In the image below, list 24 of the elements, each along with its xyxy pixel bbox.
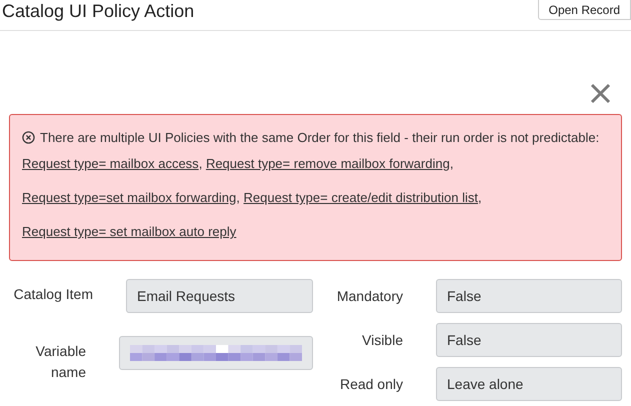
field-label: Catalog Item	[12, 285, 93, 304]
link-separator: ,	[198, 156, 204, 171]
field-label: Read only	[338, 374, 403, 394]
policy-link[interactable]: Request type= mailbox access	[22, 156, 199, 171]
policy-link[interactable]: Request type= create/edit distribution list	[244, 190, 478, 205]
input-field[interactable]: Leave alone	[436, 367, 622, 401]
input-field[interactable]: False	[436, 323, 622, 357]
error-message: There are multiple UI Policies with the same Order for this field - their run order is not predictable:	[40, 130, 600, 145]
field-label: Visible	[361, 330, 403, 350]
policy-link[interactable]: Request type=set mailbox forwarding	[22, 190, 236, 205]
link-separator: ,	[478, 190, 482, 205]
field-label: Mandatory	[336, 286, 403, 306]
link-separator: ,	[450, 156, 454, 171]
input-field[interactable]: Email Requests	[126, 279, 313, 313]
policy-link[interactable]: Request type= remove mailbox forwarding	[206, 156, 450, 171]
input-field[interactable]: False	[436, 279, 622, 313]
page-title: Catalog UI Policy Action	[1, 0, 194, 22]
input-field[interactable]	[119, 336, 313, 370]
open-record-button[interactable]: Open Record	[538, 0, 631, 20]
field-label: Variable name	[34, 342, 86, 382]
error-icon	[22, 131, 35, 144]
link-separator: ,	[236, 190, 241, 205]
close-icon[interactable]	[590, 83, 611, 104]
policy-link[interactable]: Request type= set mailbox auto reply	[22, 224, 236, 239]
